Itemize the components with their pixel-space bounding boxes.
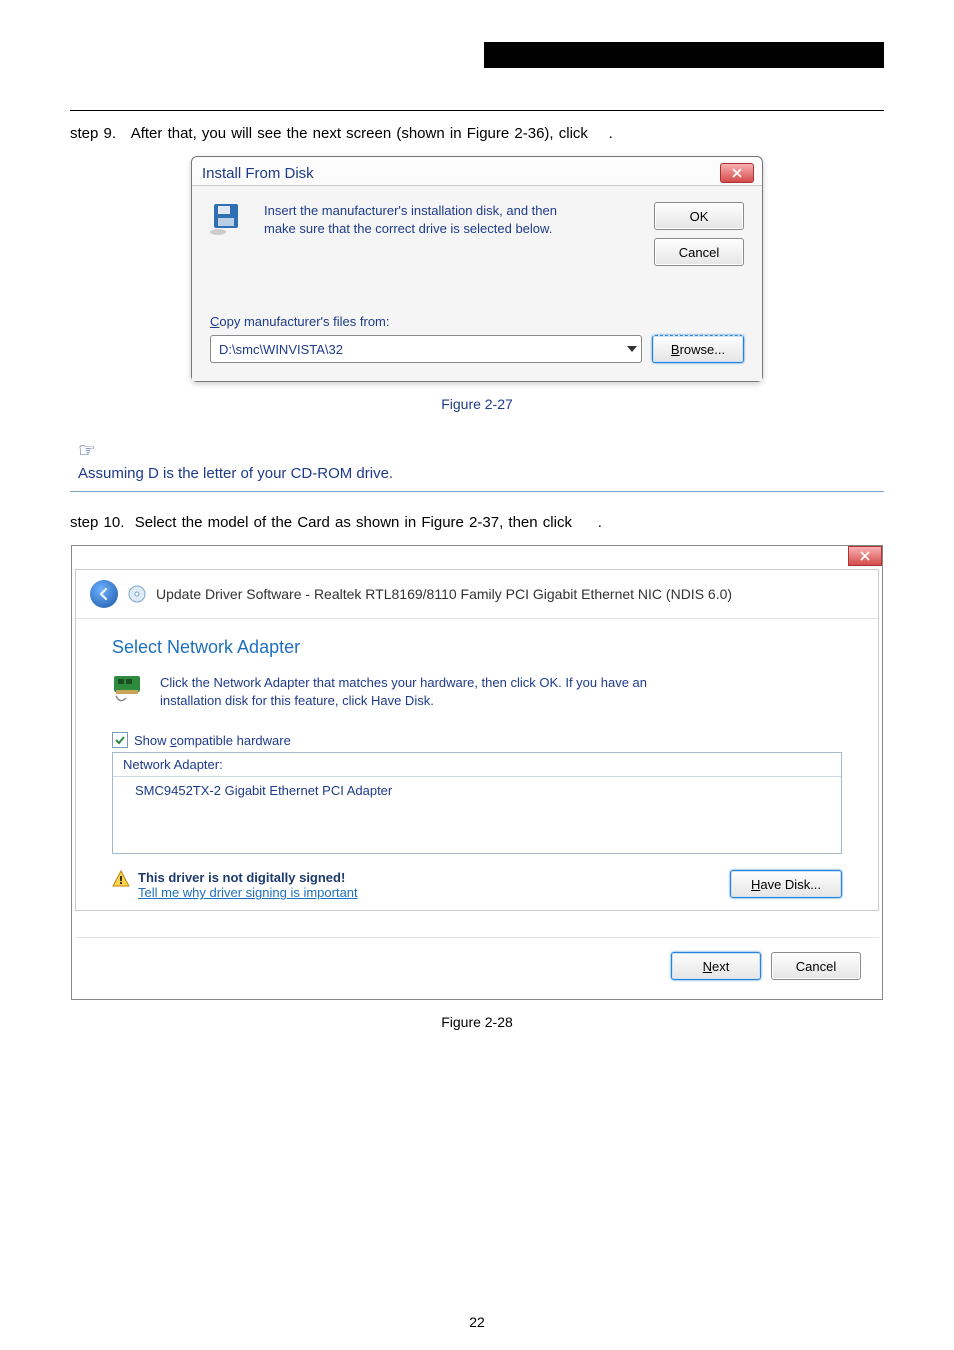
path-combobox[interactable]: D:\smc\WINVISTA\32 [210, 335, 642, 363]
cd-icon [128, 585, 146, 603]
floppy-disk-icon [210, 202, 246, 238]
network-adapter-icon [112, 674, 146, 704]
adapter-instruction: Click the Network Adapter that matches y… [160, 674, 647, 710]
show-compatible-label: Show compatible hardware [134, 733, 291, 748]
cancel-button[interactable]: Cancel [654, 238, 744, 266]
page-number: 22 [0, 1314, 954, 1330]
update-dialog-title: Update Driver Software - Realtek RTL8169… [156, 586, 732, 602]
show-compatible-checkbox[interactable] [112, 732, 128, 748]
back-button[interactable] [90, 580, 118, 608]
close-icon [732, 168, 742, 178]
select-network-adapter-heading: Select Network Adapter [112, 637, 842, 658]
close-button-2[interactable] [848, 546, 882, 566]
list-item[interactable]: SMC9452TX-2 Gigabit Ethernet PCI Adapter [113, 777, 841, 804]
check-icon [114, 734, 126, 746]
figure-2-27-caption: Figure 2-27 [70, 396, 884, 412]
arrow-left-icon [97, 587, 111, 601]
step9-line: step 9. After that, you will see the nex… [70, 125, 884, 142]
dialog-titlebar: Install From Disk [192, 157, 762, 185]
browse-button[interactable]: Browse... [652, 335, 744, 363]
redaction-bar [484, 42, 884, 68]
step10-label: step 10. [70, 514, 124, 531]
note-box: Assuming D is the letter of your CD-ROM … [70, 465, 884, 492]
list-header: Network Adapter: [113, 753, 841, 777]
warning-icon [112, 870, 130, 888]
path-value: D:\smc\WINVISTA\32 [219, 342, 343, 357]
adapter-msg-line1: Click the Network Adapter that matches y… [160, 674, 647, 692]
note-text: Assuming D is the letter of your CD-ROM … [78, 465, 393, 482]
adapter-msg-line2: installation disk for this feature, clic… [160, 692, 647, 710]
insert-msg-line2: make sure that the correct drive is sele… [264, 220, 636, 238]
ok-button[interactable]: OK [654, 202, 744, 230]
step10-after: . [598, 514, 602, 531]
figure-2-28-caption: Figure 2-28 [70, 1014, 884, 1030]
insert-message: Insert the manufacturer's installation d… [264, 202, 636, 266]
step9-text: After that, you will see the next screen… [131, 125, 588, 142]
step9-after: . [609, 125, 613, 142]
copy-label: opy manufacturer's files from: [219, 314, 389, 329]
close-button[interactable] [720, 163, 754, 183]
step9-label: step 9. [70, 125, 116, 142]
chevron-down-icon [627, 346, 637, 352]
note-pointer-icon: ☞ [78, 438, 884, 463]
step10-text: Select the model of the Card as shown in… [135, 514, 572, 531]
dialog-title: Install From Disk [202, 165, 314, 182]
signing-link[interactable]: Tell me why driver signing is important [138, 885, 722, 900]
next-button[interactable]: Next [671, 952, 761, 980]
adapter-listbox[interactable]: Network Adapter: SMC9452TX-2 Gigabit Eth… [112, 752, 842, 854]
top-rule [70, 110, 884, 111]
update-driver-dialog: Update Driver Software - Realtek RTL8169… [71, 545, 883, 1000]
step10-line: step 10. Select the model of the Card as… [70, 514, 884, 531]
cancel-button-2[interactable]: Cancel [771, 952, 861, 980]
have-disk-button[interactable]: Have Disk... [730, 870, 842, 898]
not-signed-title: This driver is not digitally signed! [138, 870, 722, 885]
insert-msg-line1: Insert the manufacturer's installation d… [264, 202, 636, 220]
install-from-disk-dialog: Install From Disk Insert the manufacture… [191, 156, 763, 382]
close-icon [860, 551, 870, 561]
copy-label-accel: C [210, 314, 219, 329]
